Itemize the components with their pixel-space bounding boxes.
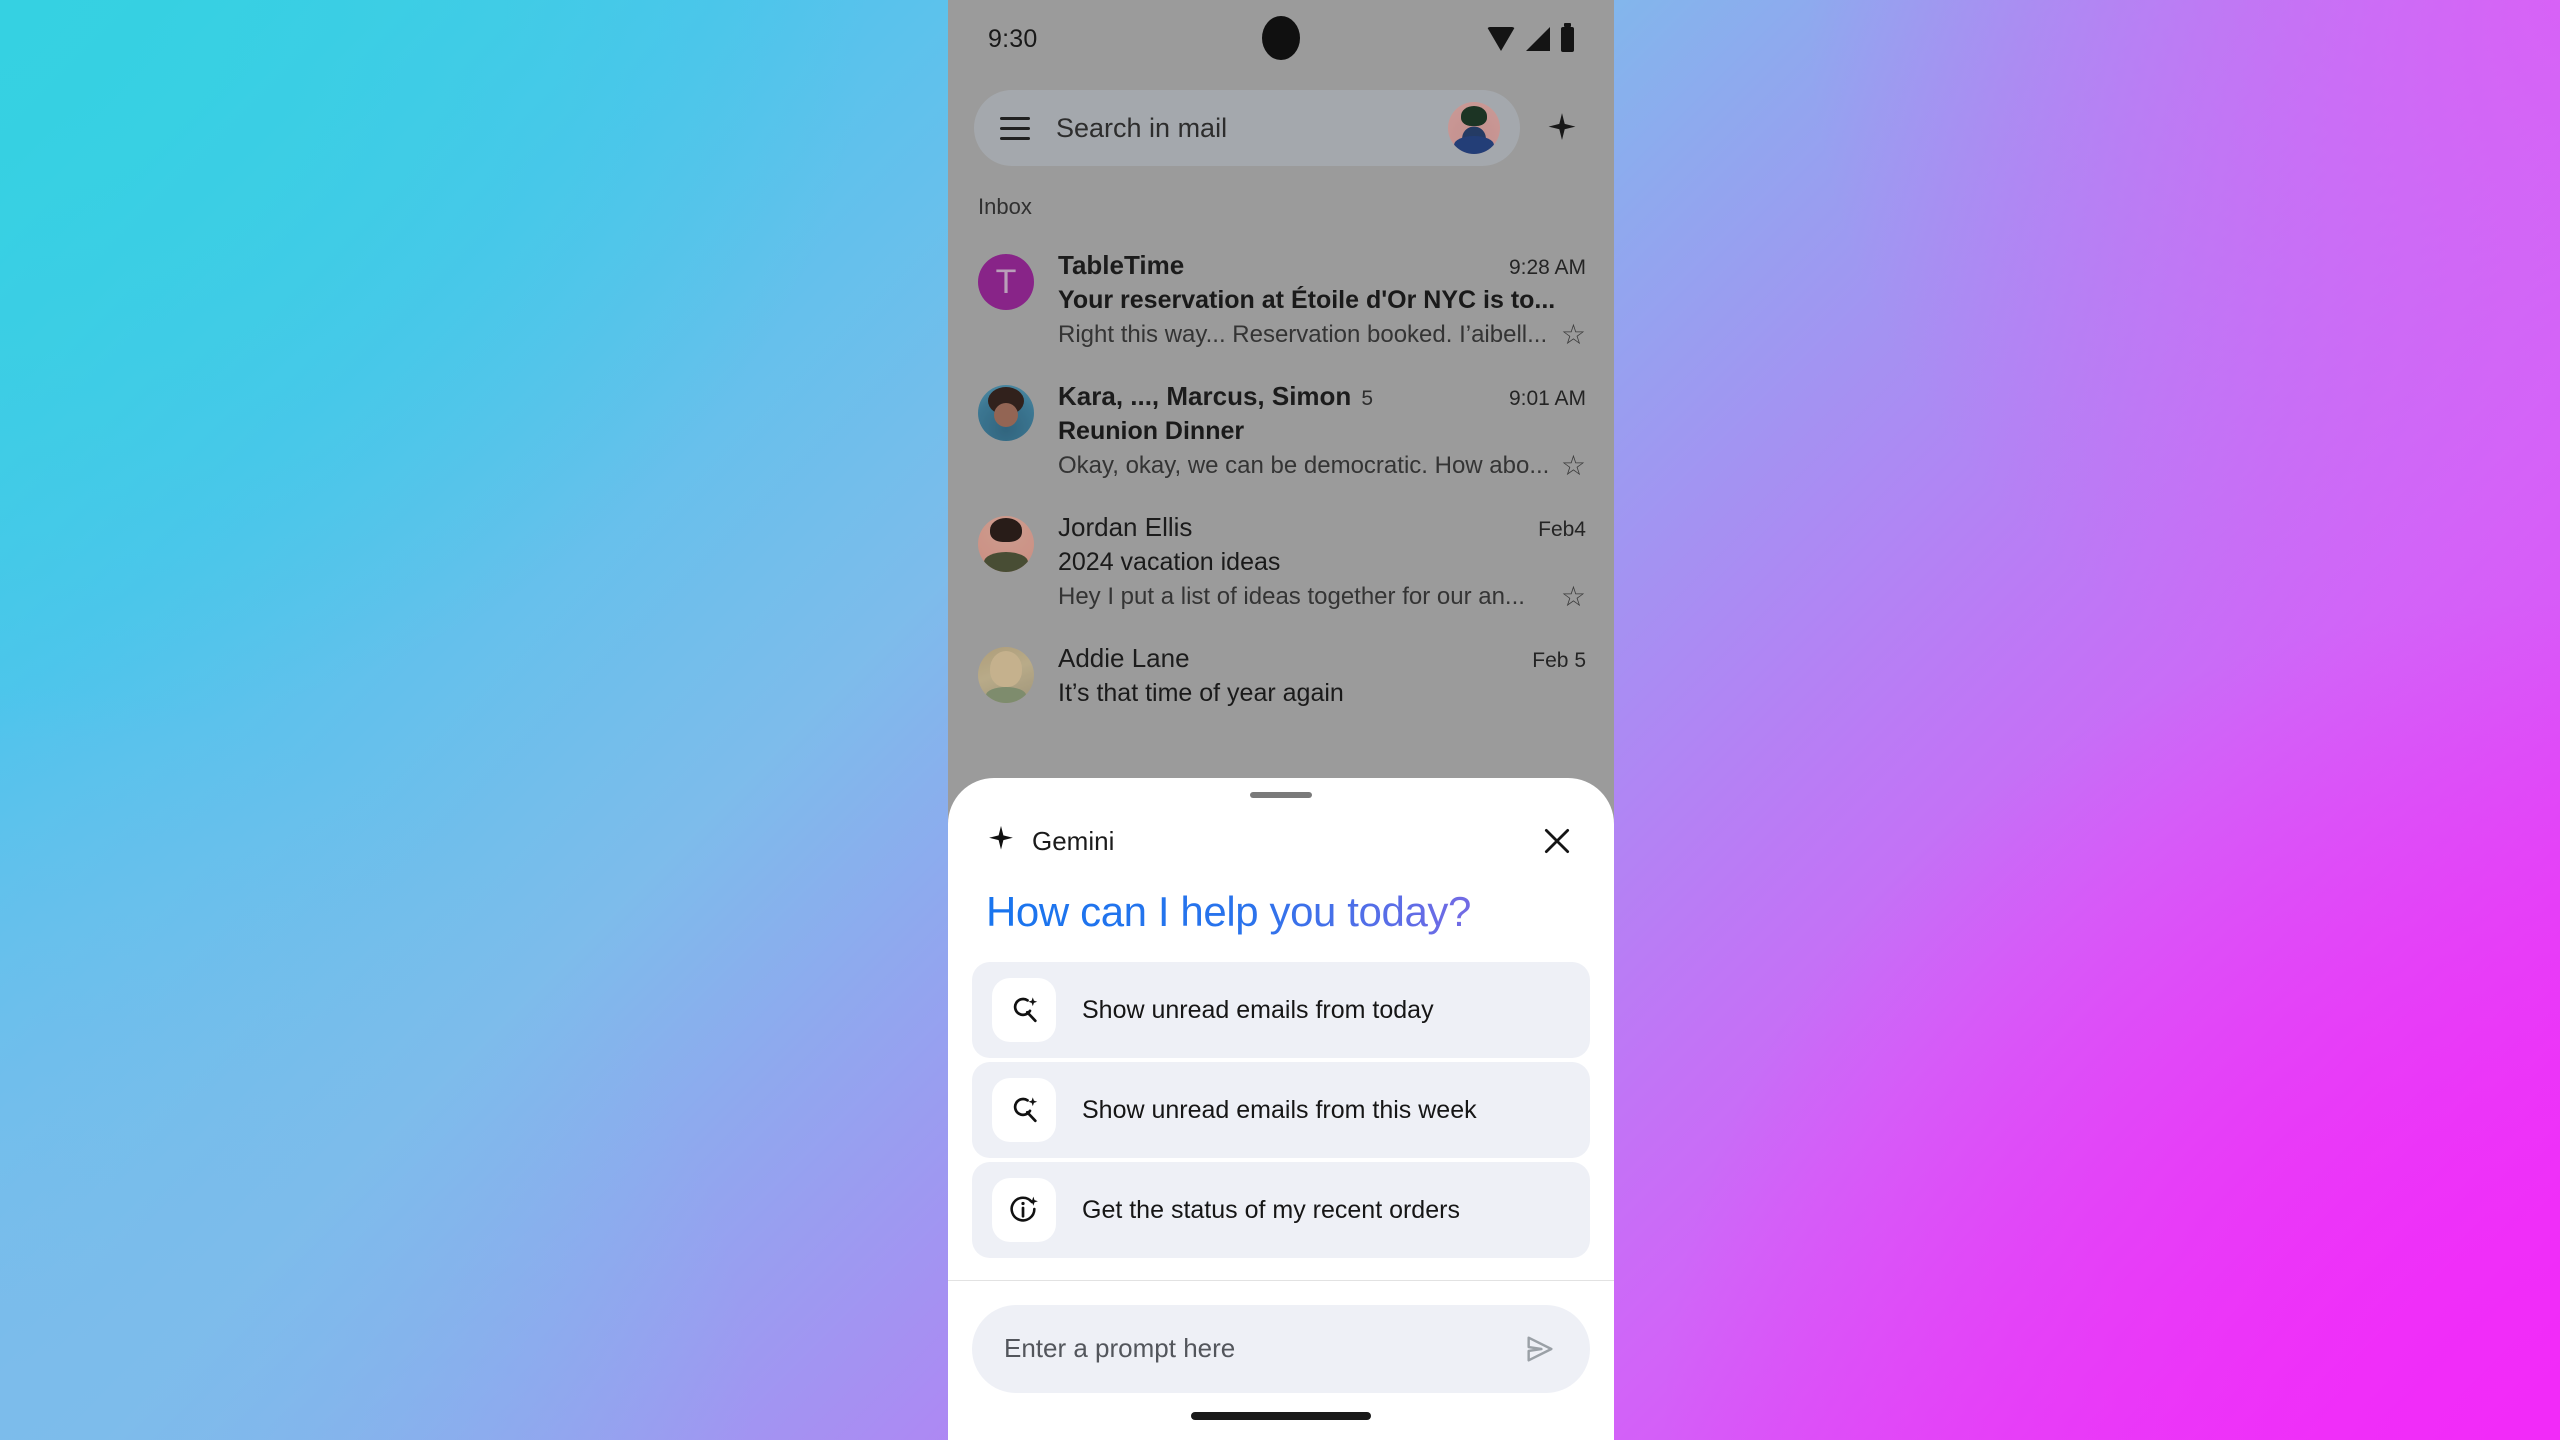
search-row: Search in mail (948, 90, 1614, 166)
status-icon-group (1487, 22, 1574, 52)
hamburger-menu-icon[interactable] (1000, 116, 1030, 140)
account-avatar[interactable] (1448, 102, 1500, 154)
prompt-area: Enter a prompt here (948, 1281, 1614, 1393)
navigation-bar (948, 1393, 1614, 1440)
search-bar[interactable]: Search in mail (974, 90, 1520, 166)
search-input[interactable]: Search in mail (1056, 113, 1422, 144)
email-time: 9:01 AM (1508, 387, 1586, 410)
battery-icon (1561, 22, 1574, 52)
avatar (978, 516, 1034, 572)
table-row[interactable]: Addie Lane Feb 5 It’s that time of year … (948, 627, 1614, 724)
gemini-bottom-sheet: Gemini How can I help you today? Show un… (948, 778, 1614, 1440)
prompt-bar[interactable]: Enter a prompt here (972, 1304, 1590, 1393)
close-icon[interactable] (1536, 820, 1578, 862)
email-sender: TableTime (1058, 250, 1185, 280)
signal-icon (1526, 27, 1550, 51)
email-sender: Jordan Ellis (1058, 512, 1193, 542)
email-subject: Reunion Dinner (1058, 417, 1245, 445)
star-icon[interactable]: ☆ (1561, 321, 1586, 349)
gemini-sparkle-icon[interactable] (1538, 104, 1586, 152)
suggestion-chip-unread-today[interactable]: Show unread emails from today (972, 962, 1590, 1059)
email-snippet: Okay, okay, we can be democratic. How ab… (1058, 452, 1549, 479)
suggestion-chip-order-status[interactable]: Get the status of my recent orders (972, 1162, 1590, 1259)
star-icon[interactable]: ☆ (1561, 452, 1586, 480)
suggestion-chip-unread-week[interactable]: Show unread emails from this week (972, 1062, 1590, 1159)
email-subject: 2024 vacation ideas (1058, 548, 1281, 576)
search-sparkle-icon (992, 978, 1056, 1043)
phone-frame: 9:30 Search in mail Inbox T TableTime 9:… (948, 0, 1614, 1440)
email-time: 9:28 AM (1508, 256, 1586, 279)
suggestion-label: Get the status of my recent orders (1082, 1195, 1460, 1224)
avatar (978, 385, 1034, 441)
suggestion-label: Show unread emails from today (1082, 995, 1434, 1024)
table-row[interactable]: T TableTime 9:28 AM Your reservation at … (948, 234, 1614, 365)
sheet-header: Gemini (948, 798, 1614, 862)
email-subject: It’s that time of year again (1058, 679, 1344, 707)
page-title: How can I help you today? (948, 862, 1614, 936)
star-icon[interactable]: ☆ (1561, 583, 1586, 611)
email-time: Feb 5 (1532, 649, 1586, 672)
email-list: T TableTime 9:28 AM Your reservation at … (948, 220, 1614, 724)
avatar: T (978, 254, 1034, 310)
email-snippet: Hey I put a list of ideas together for o… (1058, 583, 1525, 610)
suggestion-list: Show unread emails from today Show unrea… (948, 936, 1614, 1259)
camera-punch-hole (1262, 16, 1300, 60)
wifi-icon (1487, 27, 1515, 51)
send-icon[interactable] (1516, 1325, 1564, 1373)
home-indicator[interactable] (1191, 1412, 1371, 1421)
status-time: 9:30 (988, 24, 1038, 53)
email-snippet: Right this way... Reservation booked. I’… (1058, 321, 1548, 348)
status-bar: 9:30 (948, 0, 1614, 78)
email-time: Feb4 (1538, 518, 1586, 541)
avatar (978, 647, 1034, 703)
prompt-input[interactable]: Enter a prompt here (1004, 1333, 1516, 1364)
email-sender: Addie Lane (1058, 643, 1190, 673)
suggestion-label: Show unread emails from this week (1082, 1095, 1477, 1124)
table-row[interactable]: Kara, ..., Marcus, Simon 5 9:01 AM Reuni… (948, 365, 1614, 496)
table-row[interactable]: Jordan Ellis Feb4 2024 vacation ideas He… (948, 496, 1614, 627)
search-sparkle-icon (992, 1078, 1056, 1143)
email-thread-count: 5 (1361, 387, 1373, 410)
email-subject: Your reservation at Étoile d'Or NYC is t… (1058, 286, 1556, 314)
gemini-sparkle-icon (986, 824, 1016, 859)
sheet-title: Gemini (1032, 825, 1115, 856)
email-sender: Kara, ..., Marcus, Simon (1058, 381, 1352, 411)
info-sparkle-icon (992, 1178, 1056, 1243)
inbox-label: Inbox (978, 194, 1032, 219)
